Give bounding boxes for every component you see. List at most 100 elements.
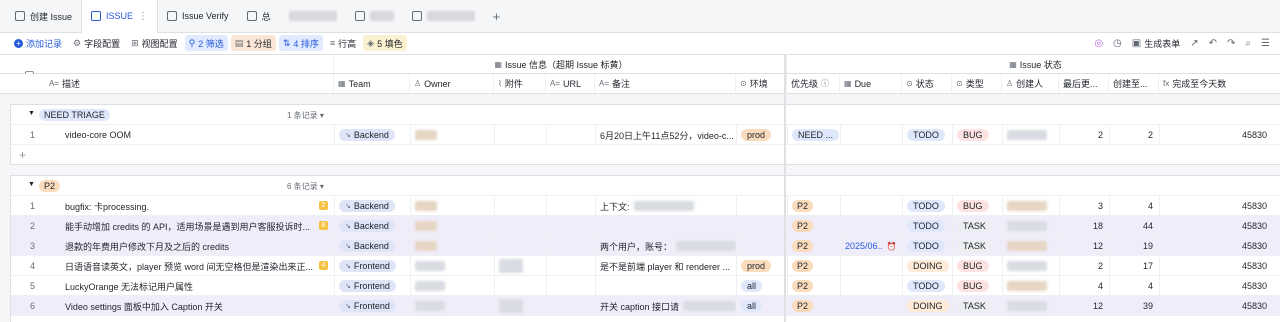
filter-button[interactable]: ⚲ 2 筛选	[184, 35, 228, 51]
cell-note[interactable]	[595, 216, 736, 236]
cell-status[interactable]: DOING	[902, 296, 952, 316]
cell-url[interactable]	[546, 276, 595, 296]
cell-type[interactable]: BUG	[952, 256, 1002, 276]
cell-due[interactable]: 2025/06.. ⏰	[840, 236, 902, 256]
col-type[interactable]: ⊙ 类型	[951, 74, 1001, 93]
cell-priority[interactable]: P2	[787, 196, 840, 216]
cell-owner[interactable]	[410, 236, 494, 256]
group-button[interactable]: ▤ 1 分组	[230, 35, 276, 51]
cell-url[interactable]	[546, 236, 595, 256]
cell-env[interactable]: prod	[736, 256, 785, 276]
cell-created-days[interactable]: 44	[1109, 216, 1159, 236]
cell-env[interactable]: prod	[736, 125, 785, 145]
table-row[interactable]: 3 退款的年费用户修改下月及之后的 credits ↘ Backend 两个用户，账号：…	[11, 236, 1280, 256]
cell-attach[interactable]	[494, 216, 546, 236]
view-config-button[interactable]: ⊞ 视图配置	[127, 35, 182, 51]
col-attach[interactable]: ⌇ 附件	[493, 74, 545, 93]
cell-due[interactable]	[840, 216, 902, 236]
cell-status[interactable]: TODO	[902, 276, 952, 296]
cell-last-update[interactable]: 2	[1059, 125, 1109, 145]
cell-owner[interactable]	[410, 256, 494, 276]
cell-type[interactable]: BUG	[952, 196, 1002, 216]
cell-desc[interactable]: 日语语音读英文，player 预览 word 间无空格但是渲染出来正... 4	[61, 256, 334, 276]
cell-priority[interactable]: P2	[787, 296, 840, 316]
cell-creator[interactable]	[1002, 125, 1059, 145]
cell-note[interactable]: 开关 caption 接口请	[595, 296, 736, 316]
cell-url[interactable]	[546, 125, 595, 145]
cell-env[interactable]	[736, 236, 785, 256]
cell-owner[interactable]	[410, 276, 494, 296]
cell-desc[interactable]: 能手动增加 credits 的 API，适用场景是遇到用户客服投诉时... 8	[61, 216, 334, 236]
cell-last-update[interactable]: 18	[1059, 216, 1109, 236]
cell-created-days[interactable]: 39	[1109, 296, 1159, 316]
add-tab-button[interactable]: +	[484, 0, 510, 33]
cell-creator[interactable]	[1002, 276, 1059, 296]
redo-icon[interactable]: ↷	[1227, 38, 1235, 49]
cell-type[interactable]: TASK	[952, 236, 1002, 256]
cell-team[interactable]: ↘ Frontend	[334, 276, 410, 296]
tab-redacted-3[interactable]	[403, 0, 484, 33]
history-icon[interactable]: ◷	[1113, 38, 1122, 49]
cell-desc[interactable]: bugfix: 卡processing. 2	[61, 196, 334, 216]
cell-created-days[interactable]: 4	[1109, 276, 1159, 296]
cell-attach[interactable]	[494, 296, 546, 316]
cell-due[interactable]	[840, 256, 902, 276]
cell-desc[interactable]: 退款的年费用户修改下月及之后的 credits	[61, 236, 334, 256]
cell-created-days[interactable]: 4	[1109, 196, 1159, 216]
cell-done-days[interactable]: 45830	[1159, 196, 1273, 216]
col-done-days[interactable]: fx 完成至今天数	[1158, 74, 1272, 93]
cell-priority[interactable]: NEED ...	[787, 125, 840, 145]
cell-creator[interactable]	[1002, 236, 1059, 256]
cell-note[interactable]: 是不是前端 player 和 renderer ...	[595, 256, 736, 276]
col-team[interactable]: ▦ Team	[333, 74, 409, 93]
table-row[interactable]: 2 能手动增加 credits 的 API，适用场景是遇到用户客服投诉时... 8 ↘…	[11, 216, 1280, 236]
cell-creator[interactable]	[1002, 296, 1059, 316]
cell-creator[interactable]	[1002, 196, 1059, 216]
cell-status[interactable]: TODO	[902, 216, 952, 236]
cell-team[interactable]: ↘ Frontend	[334, 296, 410, 316]
add-row-button[interactable]: +	[11, 145, 1280, 165]
cell-url[interactable]	[546, 196, 595, 216]
cell-attach[interactable]	[494, 125, 546, 145]
col-created-days[interactable]: 创建至...	[1108, 74, 1158, 93]
group-header[interactable]: ▼ P2 6 条记录 ▾	[11, 176, 1280, 196]
table-row[interactable]: 4 日语语音读英文，player 预览 word 间无空格但是渲染出来正... 4 ↘…	[11, 256, 1280, 276]
cell-owner[interactable]	[410, 125, 494, 145]
cell-env[interactable]: all	[736, 276, 785, 296]
cell-owner[interactable]	[410, 296, 494, 316]
tab-issue[interactable]: ISSUE ⋮	[81, 0, 159, 33]
cell-type[interactable]: BUG	[952, 276, 1002, 296]
cell-due[interactable]	[840, 125, 902, 145]
fill-color-button[interactable]: ◈ 5 填色	[363, 35, 407, 51]
field-config-button[interactable]: ⚙ 字段配置	[69, 35, 124, 51]
cell-url[interactable]	[546, 216, 595, 236]
cell-desc[interactable]: Video settings 面板中加入 Caption 开关	[61, 296, 334, 316]
cell-creator[interactable]	[1002, 256, 1059, 276]
cell-created-days[interactable]: 19	[1109, 236, 1159, 256]
cell-desc[interactable]: LuckyOrange 无法标记用户属性	[61, 276, 334, 296]
cell-team[interactable]: ↘ Backend	[334, 196, 410, 216]
cell-note[interactable]	[595, 276, 736, 296]
cell-due[interactable]	[840, 276, 902, 296]
search-icon[interactable]: ⌕	[1245, 38, 1251, 49]
more-menu-icon[interactable]: ☰	[1261, 38, 1270, 49]
cell-due[interactable]	[840, 196, 902, 216]
col-url[interactable]: A= URL	[545, 74, 594, 93]
cell-done-days[interactable]: 45830	[1159, 276, 1273, 296]
cell-done-days[interactable]: 45830	[1159, 216, 1273, 236]
table-row[interactable]: 5 LuckyOrange 无法标记用户属性 ↘ Frontend all P2 TODO B…	[11, 276, 1280, 296]
cell-status[interactable]: TODO	[902, 196, 952, 216]
more-icon[interactable]: ⋮	[138, 11, 148, 22]
cell-env[interactable]: all	[736, 296, 785, 316]
col-env[interactable]: ⊙ 环境	[735, 74, 784, 93]
cell-creator[interactable]	[1002, 216, 1059, 236]
cell-due[interactable]	[840, 296, 902, 316]
cell-note[interactable]: 上下文:	[595, 196, 736, 216]
cell-url[interactable]	[546, 296, 595, 316]
group-header[interactable]: ▼ NEED TRIAGE 1 条记录 ▾	[11, 105, 1280, 125]
cell-last-update[interactable]: 12	[1059, 236, 1109, 256]
cell-created-days[interactable]: 2	[1109, 125, 1159, 145]
cell-last-update[interactable]: 3	[1059, 196, 1109, 216]
cell-team[interactable]: ↘ Backend	[334, 216, 410, 236]
cell-done-days[interactable]: 45830	[1159, 125, 1273, 145]
